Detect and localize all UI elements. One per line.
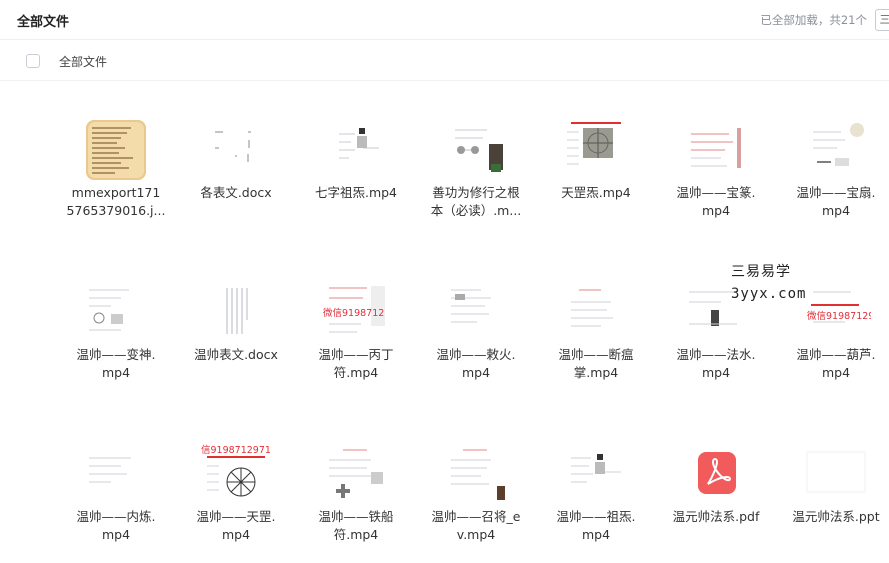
file-name: 温帅——内炼. mp4 [76, 509, 156, 542]
file-item-video[interactable]: 信9198712971 温帅——天罡. mp4 [176, 406, 296, 556]
page-title: 全部文件 [17, 15, 70, 30]
file-item-video[interactable]: 温帅——铁船 符.mp4 [296, 406, 416, 556]
file-name: 各表文.docx [200, 185, 272, 200]
file-name: 温帅——宝篆. mp4 [676, 185, 756, 218]
file-item-video[interactable]: 温帅——祖炁. mp4 [536, 406, 656, 556]
file-name: 温帅——天罡. mp4 [196, 509, 276, 542]
document-thumbnail [201, 280, 271, 344]
file-item-video[interactable]: 温帅——断瘟 掌.mp4 [536, 244, 656, 394]
select-all-checkbox[interactable] [26, 54, 40, 68]
video-thumbnail: 微信919871297 [801, 280, 871, 344]
video-thumbnail [81, 442, 151, 506]
video-thumbnail [561, 280, 631, 344]
view-mode-button[interactable]: 三 [875, 9, 889, 31]
file-item-video[interactable]: 善功为修行之根 本（必读）.m... [416, 82, 536, 232]
file-item-video[interactable]: 温帅——变神. mp4 [56, 244, 176, 394]
file-name: 温帅——铁船 符.mp4 [318, 509, 394, 542]
video-thumbnail: 信9198712971 [201, 442, 271, 506]
video-thumbnail [561, 118, 631, 182]
file-name: 温帅——葫芦. mp4 [796, 347, 876, 380]
file-item-ppt[interactable]: 温元帅法系.ppt [776, 406, 889, 556]
wechat-watermark: 微信919871297 [807, 311, 871, 322]
wechat-watermark: 微信9198712 [323, 308, 385, 319]
video-thumbnail [441, 118, 511, 182]
file-item-doc[interactable]: 各表文.docx [176, 82, 296, 232]
video-thumbnail [681, 118, 751, 182]
file-name: 温帅——丙丁 符.mp4 [318, 347, 394, 380]
file-name: 天罡炁.mp4 [561, 185, 631, 200]
file-item-pdf[interactable]: 温元帅法系.pdf [656, 406, 776, 556]
load-status-text: 已全部加载，共21个 [760, 13, 867, 27]
file-name: 温帅——敕火. mp4 [436, 347, 516, 380]
file-item-video[interactable]: 天罡炁.mp4 [536, 82, 656, 232]
video-thumbnail [321, 442, 391, 506]
file-grid: mmexport171 5765379016.j... 各表文.docx 七字祖… [0, 82, 889, 563]
pdf-file-icon [681, 442, 751, 506]
ppt-thumbnail [801, 442, 871, 506]
file-item-image[interactable]: mmexport171 5765379016.j... [56, 82, 176, 232]
file-item-doc[interactable]: 温帅表文.docx [176, 244, 296, 394]
file-name: 温帅表文.docx [194, 347, 278, 362]
file-item-video[interactable]: 温帅——敕火. mp4 [416, 244, 536, 394]
document-thumbnail [201, 118, 271, 182]
file-name: 温帅——变神. mp4 [76, 347, 156, 380]
video-thumbnail [81, 280, 151, 344]
file-item-video[interactable]: 温帅——宝篆. mp4 [656, 82, 776, 232]
video-thumbnail [321, 118, 391, 182]
top-toolbar: 全部文件 已全部加载，共21个 三 [0, 0, 889, 40]
breadcrumb: 全部文件 [0, 41, 889, 81]
file-name: 温元帅法系.ppt [792, 509, 880, 524]
site-watermark: 三易易学 3yyx.com [731, 264, 807, 302]
file-name: 温帅——祖炁. mp4 [556, 509, 636, 542]
file-item-video[interactable]: 微信9198712 温帅——丙丁 符.mp4 [296, 244, 416, 394]
file-item-video[interactable]: 温帅——宝扇. mp4 [776, 82, 889, 232]
breadcrumb-root[interactable]: 全部文件 [59, 53, 107, 70]
video-thumbnail [441, 442, 511, 506]
file-item-video[interactable]: 七字祖炁.mp4 [296, 82, 416, 232]
file-name: 温帅——断瘟 掌.mp4 [558, 347, 634, 380]
image-thumbnail [81, 118, 151, 182]
video-thumbnail [801, 118, 871, 182]
video-thumbnail [441, 280, 511, 344]
file-item-video[interactable]: 温帅——内炼. mp4 [56, 406, 176, 556]
video-thumbnail [561, 442, 631, 506]
file-item-video[interactable]: 温帅——召将_e v.mp4 [416, 406, 536, 556]
file-name: mmexport171 5765379016.j... [66, 185, 166, 218]
video-thumbnail: 微信9198712 [321, 280, 391, 344]
file-name: 温帅——宝扇. mp4 [796, 185, 876, 218]
file-name: 善功为修行之根 本（必读）.m... [430, 185, 522, 218]
file-name: 温元帅法系.pdf [672, 509, 760, 524]
wechat-watermark: 信9198712971 [201, 445, 271, 456]
file-name: 温帅——召将_e v.mp4 [431, 509, 521, 542]
file-name: 温帅——法水. mp4 [676, 347, 756, 380]
file-name: 七字祖炁.mp4 [314, 185, 398, 200]
